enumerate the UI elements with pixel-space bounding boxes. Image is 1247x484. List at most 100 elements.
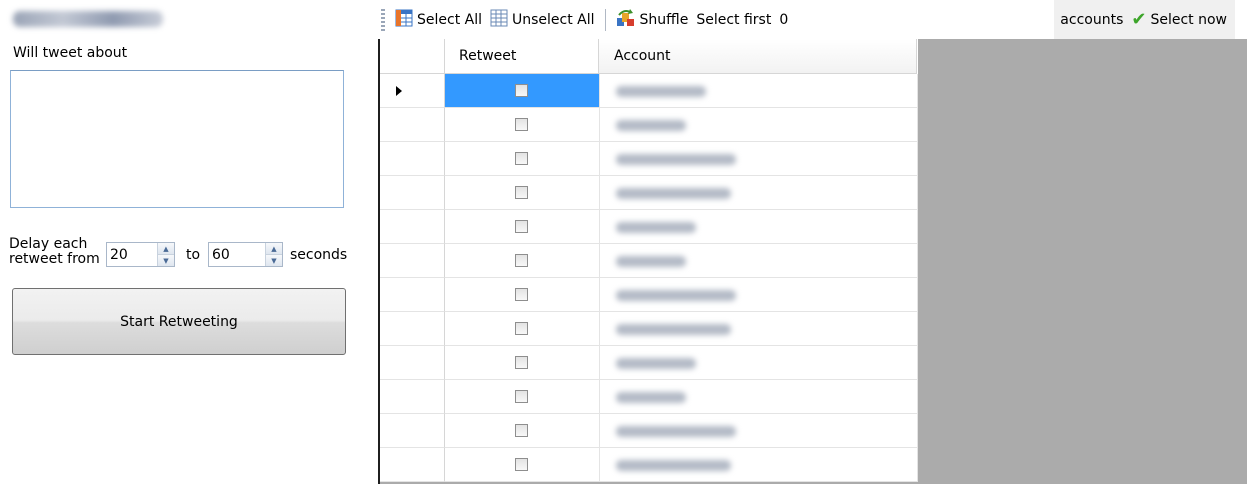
spin-up-icon[interactable]: ▲ [266, 243, 282, 255]
delay-to-spin-buttons[interactable]: ▲ ▼ [265, 243, 282, 266]
retweet-cell[interactable] [444, 414, 600, 448]
retweet-checkbox[interactable] [515, 152, 529, 165]
shuffle-label: Shuffle [639, 11, 689, 28]
table-row[interactable] [380, 176, 918, 210]
blurred-account-name [615, 154, 736, 165]
row-header[interactable] [380, 278, 445, 312]
retweet-checkbox[interactable] [515, 424, 529, 437]
select-all-grid-icon [395, 9, 413, 31]
retweet-cell[interactable] [444, 176, 600, 210]
toolbar-right-group: accounts ✔ Select now [1054, 0, 1235, 39]
select-now-label: Select now [1150, 11, 1227, 28]
account-cell[interactable] [599, 448, 918, 482]
retweet-checkbox[interactable] [515, 118, 529, 131]
toolbar-grip[interactable] [381, 8, 385, 31]
tweet-about-textbox[interactable] [10, 70, 344, 208]
retweet-checkbox[interactable] [515, 186, 529, 199]
account-cell[interactable] [599, 278, 918, 312]
blurred-account-name [615, 188, 731, 199]
table-row[interactable] [380, 278, 918, 312]
account-cell[interactable] [599, 142, 918, 176]
retweet-cell[interactable] [444, 142, 600, 176]
row-header[interactable] [380, 414, 445, 448]
shuffle-button[interactable]: Shuffle [612, 5, 693, 35]
blurred-account-name [615, 358, 696, 369]
select-now-button[interactable]: ✔ Select now [1129, 5, 1229, 35]
seconds-label: seconds [290, 247, 348, 263]
account-cell[interactable] [599, 346, 918, 380]
table-row[interactable] [380, 74, 918, 108]
retweet-checkbox[interactable] [515, 356, 529, 369]
select-all-button[interactable]: Select All [391, 5, 486, 35]
row-header[interactable] [380, 448, 445, 482]
retweet-cell[interactable] [444, 448, 600, 482]
account-cell[interactable] [599, 380, 918, 414]
row-header[interactable] [380, 380, 445, 414]
table-row[interactable] [380, 448, 918, 482]
account-cell[interactable] [599, 312, 918, 346]
retweet-cell[interactable] [444, 244, 600, 278]
select-first-input[interactable]: 0 [775, 12, 927, 28]
table-row[interactable] [380, 142, 918, 176]
unselect-all-button[interactable]: Unselect All [486, 5, 599, 35]
retweet-checkbox[interactable] [515, 322, 529, 335]
account-cell[interactable] [599, 108, 918, 142]
spin-down-icon[interactable]: ▼ [266, 255, 282, 266]
start-retweeting-button[interactable]: Start Retweeting [12, 288, 346, 355]
select-first-label: Select first [696, 11, 772, 28]
account-cell[interactable] [599, 244, 918, 278]
account-cell[interactable] [599, 210, 918, 244]
retweet-cell[interactable] [444, 312, 600, 346]
retweet-cell[interactable] [444, 74, 600, 108]
retweet-checkbox[interactable] [515, 458, 529, 471]
row-header[interactable] [380, 108, 445, 142]
spin-down-icon[interactable]: ▼ [158, 255, 174, 266]
row-header[interactable] [380, 312, 445, 346]
accounts-grid-area: Retweet Account [378, 39, 1247, 484]
column-header-retweet[interactable]: Retweet [445, 39, 599, 74]
account-cell[interactable] [599, 414, 918, 448]
retweet-checkbox[interactable] [515, 220, 529, 233]
row-header[interactable] [380, 244, 445, 278]
retweet-cell[interactable] [444, 380, 600, 414]
table-row[interactable] [380, 244, 918, 278]
account-cell[interactable] [599, 176, 918, 210]
spin-up-icon[interactable]: ▲ [158, 243, 174, 255]
retweet-checkbox[interactable] [515, 390, 529, 403]
delay-label-line2: retweet from [9, 251, 100, 267]
row-header[interactable] [380, 210, 445, 244]
delay-label-line1: Delay each [9, 236, 88, 252]
toolbar: Select All Unselect All Shuffle Select f… [378, 0, 1247, 39]
retweet-cell[interactable] [444, 278, 600, 312]
blurred-account-name [615, 86, 706, 97]
row-header[interactable] [380, 142, 445, 176]
account-cell[interactable] [599, 74, 918, 108]
blurred-account-name [615, 290, 736, 301]
checkmark-icon: ✔ [1131, 9, 1147, 30]
table-row[interactable] [380, 108, 918, 142]
delay-from-input[interactable] [107, 243, 157, 266]
delay-to-spinner[interactable]: ▲ ▼ [208, 242, 283, 267]
column-header-account[interactable]: Account [599, 39, 917, 74]
table-row[interactable] [380, 414, 918, 448]
delay-from-spinner[interactable]: ▲ ▼ [106, 242, 175, 267]
delay-from-spin-buttons[interactable]: ▲ ▼ [157, 243, 174, 266]
retweet-cell[interactable] [444, 346, 600, 380]
row-header[interactable] [380, 74, 445, 108]
retweet-cell[interactable] [444, 210, 600, 244]
table-row[interactable] [380, 346, 918, 380]
retweet-checkbox[interactable] [515, 254, 529, 267]
to-label: to [186, 247, 201, 263]
row-header[interactable] [380, 176, 445, 210]
delay-to-input[interactable] [209, 243, 265, 266]
retweet-cell[interactable] [444, 108, 600, 142]
table-row[interactable] [380, 312, 918, 346]
accounts-grid: Retweet Account [380, 39, 918, 482]
table-row[interactable] [380, 210, 918, 244]
row-header[interactable] [380, 346, 445, 380]
blurred-account-name [615, 426, 736, 437]
retweet-checkbox[interactable] [515, 288, 529, 301]
retweet-checkbox[interactable] [515, 84, 529, 97]
table-row[interactable] [380, 380, 918, 414]
row-header-corner[interactable] [380, 39, 445, 74]
